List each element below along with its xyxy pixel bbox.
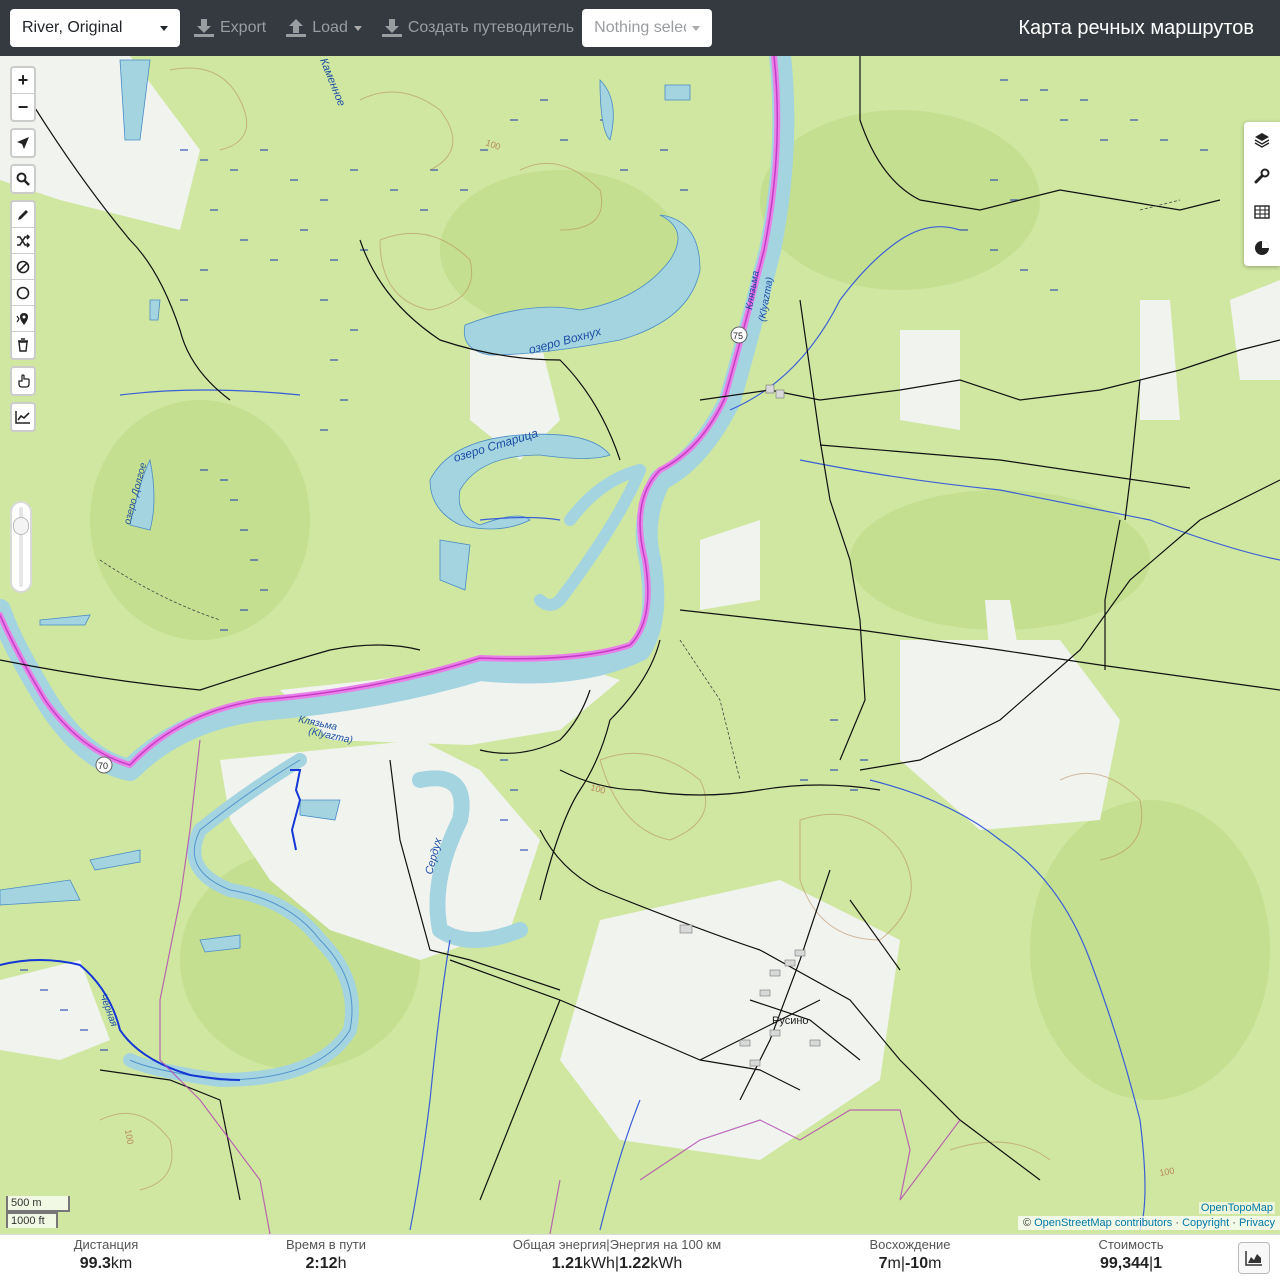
wrench-icon [1254, 168, 1270, 184]
route-stats-bar: Дистанция 99.3km Время в пути 2:12h Обща… [0, 1234, 1280, 1280]
time-label: Время в пути [286, 1237, 366, 1252]
table-icon [1254, 205, 1270, 219]
analysis-button[interactable] [1244, 230, 1280, 266]
create-guide-label: Создать путеводитель [407, 19, 575, 36]
map-tiles: озеро Вохнух озеро Старица озеро Долгое … [0, 56, 1280, 1234]
scale-bar: 500 m 1000 ft [6, 1196, 70, 1228]
profile-select-label: River, Original [22, 19, 123, 36]
location-arrow-icon [17, 137, 29, 149]
slider-handle[interactable] [13, 517, 29, 535]
copyright-symbol: © [1022, 1217, 1032, 1229]
cost-count: 1 [1153, 1255, 1162, 1272]
delete-route-button[interactable] [12, 332, 34, 358]
zoom-control: + − [10, 66, 36, 122]
scale-imperial: 1000 ft [6, 1212, 58, 1228]
app-title: Карта речных маршрутов [1018, 16, 1254, 39]
profile-select[interactable]: River, Original [10, 9, 180, 47]
elevation-profile-button[interactable] [12, 404, 34, 430]
energy-per-100km-unit: kWh [650, 1255, 683, 1272]
distance-stat: Дистанция 99.3km [60, 1237, 152, 1275]
ascent-up-unit: m [887, 1255, 901, 1272]
pencil-icon [18, 209, 28, 220]
time-value: 2:12 [305, 1255, 338, 1272]
circle-tool-button[interactable] [12, 280, 34, 306]
ban-icon [16, 260, 30, 273]
export-button[interactable]: Export [188, 9, 272, 47]
ascent-label: Восхождение [869, 1237, 951, 1252]
pie-chart-icon [1255, 241, 1269, 255]
rusino-label: Русино [772, 1015, 809, 1027]
ascent-down-unit: m [928, 1255, 942, 1272]
locate-button[interactable] [12, 130, 34, 156]
route-select-label: Nothing selected [594, 19, 686, 36]
map-marker-icon [16, 312, 28, 325]
search-icon [16, 172, 30, 186]
locate-control [10, 128, 36, 158]
create-guide-button[interactable]: Создать путеводитель [376, 9, 580, 47]
scale-metric: 500 m [6, 1196, 70, 1212]
attribution-separator: · [1229, 1217, 1239, 1229]
download-icon [381, 19, 402, 37]
area-chart-icon [1245, 1251, 1262, 1266]
line-chart-icon [15, 411, 30, 424]
copyright-link[interactable]: Copyright [1182, 1217, 1229, 1229]
osm-contributors-link[interactable]: OpenStreetMap contributors [1034, 1217, 1172, 1229]
cost-stat: Стоимость 99,344|1 [1088, 1237, 1174, 1275]
shuffle-icon [17, 233, 30, 248]
cost-label: Стоимость [1098, 1237, 1164, 1252]
attribution: © OpenStreetMap contributors · Copyright… [1017, 1216, 1280, 1230]
privacy-link[interactable]: Privacy [1239, 1217, 1275, 1229]
total-energy-value: 1.21 [551, 1255, 583, 1272]
energy-per-100km-value: 1.22 [619, 1255, 651, 1272]
opacity-slider[interactable] [10, 501, 32, 593]
data-table-button[interactable] [1244, 194, 1280, 230]
elevation-control [10, 402, 36, 432]
km-75-label: 75 [733, 331, 743, 341]
hand-pointer-icon [18, 374, 30, 388]
upload-icon [286, 19, 307, 37]
opentopomap-link[interactable]: OpenTopoMap [1198, 1202, 1275, 1214]
zoom-out-button[interactable]: − [12, 94, 34, 120]
chevron-down-icon [692, 25, 701, 31]
route-select[interactable]: Nothing selected [582, 9, 713, 47]
no-go-area-button[interactable] [12, 254, 34, 280]
energy-stat: Общая энергия|Энергия на 100 км 1.21kWh|… [502, 1237, 732, 1275]
poi-button[interactable] [12, 306, 34, 332]
distance-value: 99.3 [79, 1255, 111, 1272]
total-energy-unit: kWh [582, 1255, 615, 1272]
right-sidebar-tabs [1244, 122, 1280, 266]
layers-icon [1254, 133, 1270, 148]
draw-route-button[interactable] [12, 202, 34, 228]
elevation-chart-button[interactable] [1238, 1242, 1270, 1274]
circle-icon [16, 286, 30, 299]
load-button[interactable]: Load [280, 9, 368, 47]
export-label: Export [220, 19, 267, 36]
reverse-route-button[interactable] [12, 228, 34, 254]
map-canvas[interactable]: озеро Вохнух озеро Старица озеро Долгое … [0, 56, 1280, 1234]
download-icon [194, 19, 214, 37]
ascent-stat: Восхождение 7m|-10m [862, 1237, 958, 1275]
chevron-down-icon [160, 25, 168, 31]
trash-icon [18, 338, 28, 352]
chevron-down-icon [353, 25, 362, 31]
zoom-in-button[interactable]: + [12, 68, 34, 94]
load-label: Load [312, 19, 348, 36]
distance-label: Дистанция [73, 1237, 139, 1252]
search-button[interactable] [12, 166, 34, 192]
attribution-separator: · [1172, 1217, 1183, 1229]
draw-toolbar [10, 200, 36, 360]
touch-mode-button[interactable] [12, 368, 34, 394]
top-navbar: River, Original Export Load Создать путе… [0, 0, 1280, 56]
touch-control [10, 366, 36, 396]
settings-button[interactable] [1244, 158, 1280, 194]
time-stat: Время в пути 2:12h [270, 1237, 382, 1275]
search-control [10, 164, 36, 194]
distance-unit: km [110, 1255, 133, 1272]
time-unit: h [337, 1255, 347, 1272]
cost-value: 99,344 [1100, 1255, 1149, 1272]
km-70-label: 70 [98, 761, 108, 771]
ascent-down-value: -10 [904, 1255, 929, 1272]
layers-button[interactable] [1244, 122, 1280, 158]
energy-label: Общая энергия|Энергия на 100 км [512, 1237, 722, 1252]
